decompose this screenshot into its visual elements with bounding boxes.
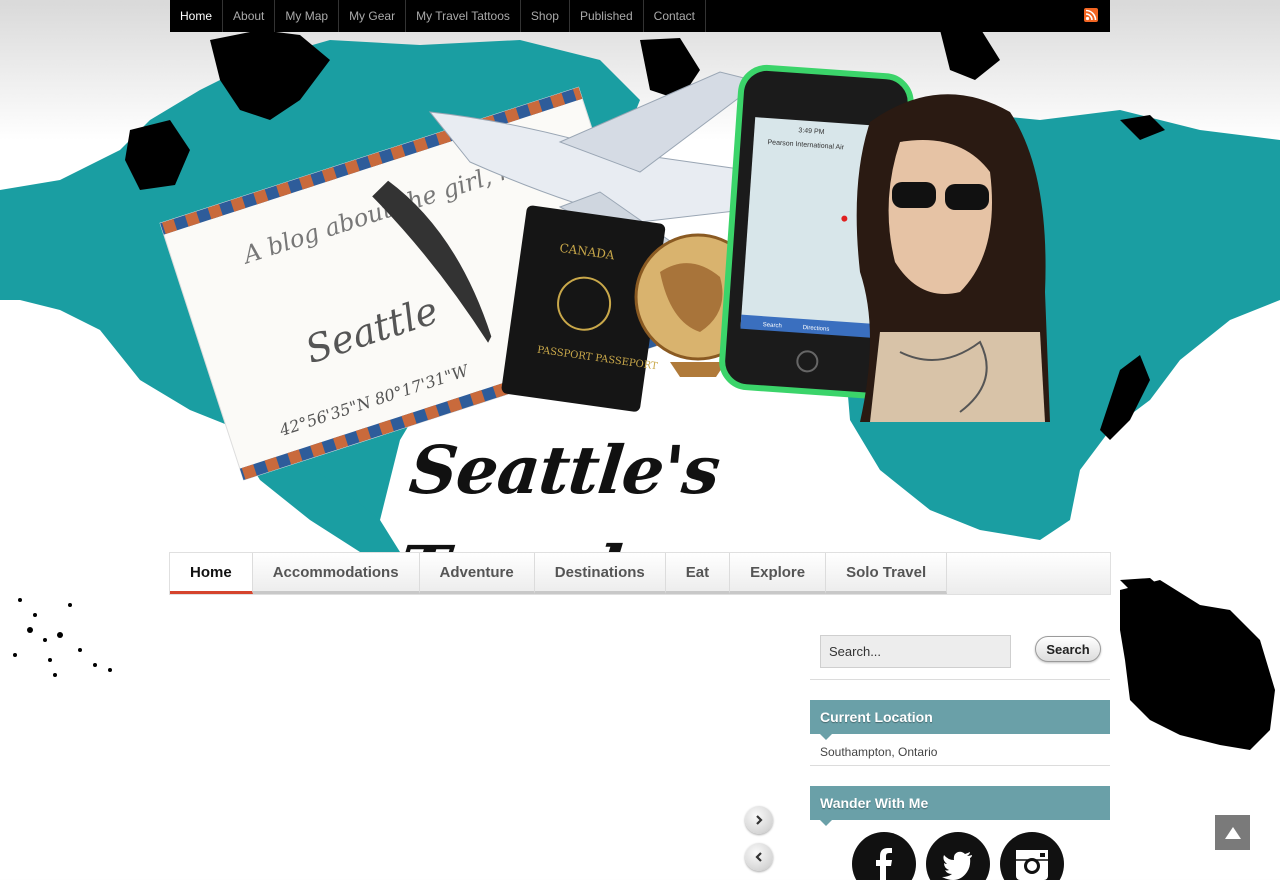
top-nav-shop[interactable]: Shop xyxy=(521,0,570,32)
social-links xyxy=(810,820,1110,880)
category-navigation: Home Accommodations Adventure Destinatio… xyxy=(169,552,1111,595)
top-nav-home[interactable]: Home xyxy=(170,0,224,32)
top-nav-about[interactable]: About xyxy=(223,0,276,32)
cat-tab-adventure[interactable]: Adventure xyxy=(419,553,535,594)
wander-with-me-title: Wander With Me xyxy=(810,786,1110,826)
slider-prev-button[interactable] xyxy=(745,843,773,871)
top-nav-contact[interactable]: Contact xyxy=(644,0,707,32)
facebook-icon[interactable] xyxy=(852,832,916,880)
slider-next-button[interactable] xyxy=(745,806,773,834)
current-location-title: Current Location xyxy=(810,700,1110,740)
australia-shape xyxy=(1120,580,1275,750)
top-nav-my-travel-tattoos[interactable]: My Travel Tattoos xyxy=(406,0,521,32)
search-widget: Search xyxy=(810,620,1110,680)
top-nav-published[interactable]: Published xyxy=(570,0,644,32)
top-nav-my-map[interactable]: My Map xyxy=(275,0,340,32)
cat-tab-destinations[interactable]: Destinations xyxy=(534,553,666,594)
current-location-text: Southampton, Ontario xyxy=(810,734,1110,766)
top-navigation-bar: Home About My Map My Gear My Travel Tatt… xyxy=(170,0,1110,32)
instagram-icon[interactable] xyxy=(1000,832,1064,880)
search-button[interactable]: Search xyxy=(1035,636,1101,662)
site-header-banner[interactable]: A blog about the girl, not the city Seat… xyxy=(0,32,1280,609)
pacific-islands xyxy=(13,598,112,677)
cat-tab-explore[interactable]: Explore xyxy=(730,553,827,594)
twitter-icon[interactable] xyxy=(926,832,990,880)
site-title[interactable]: Seattle's Travels xyxy=(395,420,856,609)
sidebar: Search Current Location Southampton, Ont… xyxy=(810,620,1110,880)
chevron-right-icon xyxy=(756,815,763,825)
arrow-up-icon xyxy=(1224,826,1241,839)
top-nav-my-gear[interactable]: My Gear xyxy=(339,0,407,32)
portrait-illustration xyxy=(856,94,1050,422)
cat-tab-solo-travel[interactable]: Solo Travel xyxy=(826,553,948,594)
search-input[interactable] xyxy=(820,635,1011,668)
rss-icon[interactable] xyxy=(1084,8,1098,22)
back-to-top-button[interactable] xyxy=(1215,815,1250,850)
cat-tab-home[interactable]: Home xyxy=(170,553,253,594)
chevron-left-icon xyxy=(755,852,762,862)
cat-tab-accommodations[interactable]: Accommodations xyxy=(252,553,420,594)
cat-tab-eat[interactable]: Eat xyxy=(665,553,731,594)
